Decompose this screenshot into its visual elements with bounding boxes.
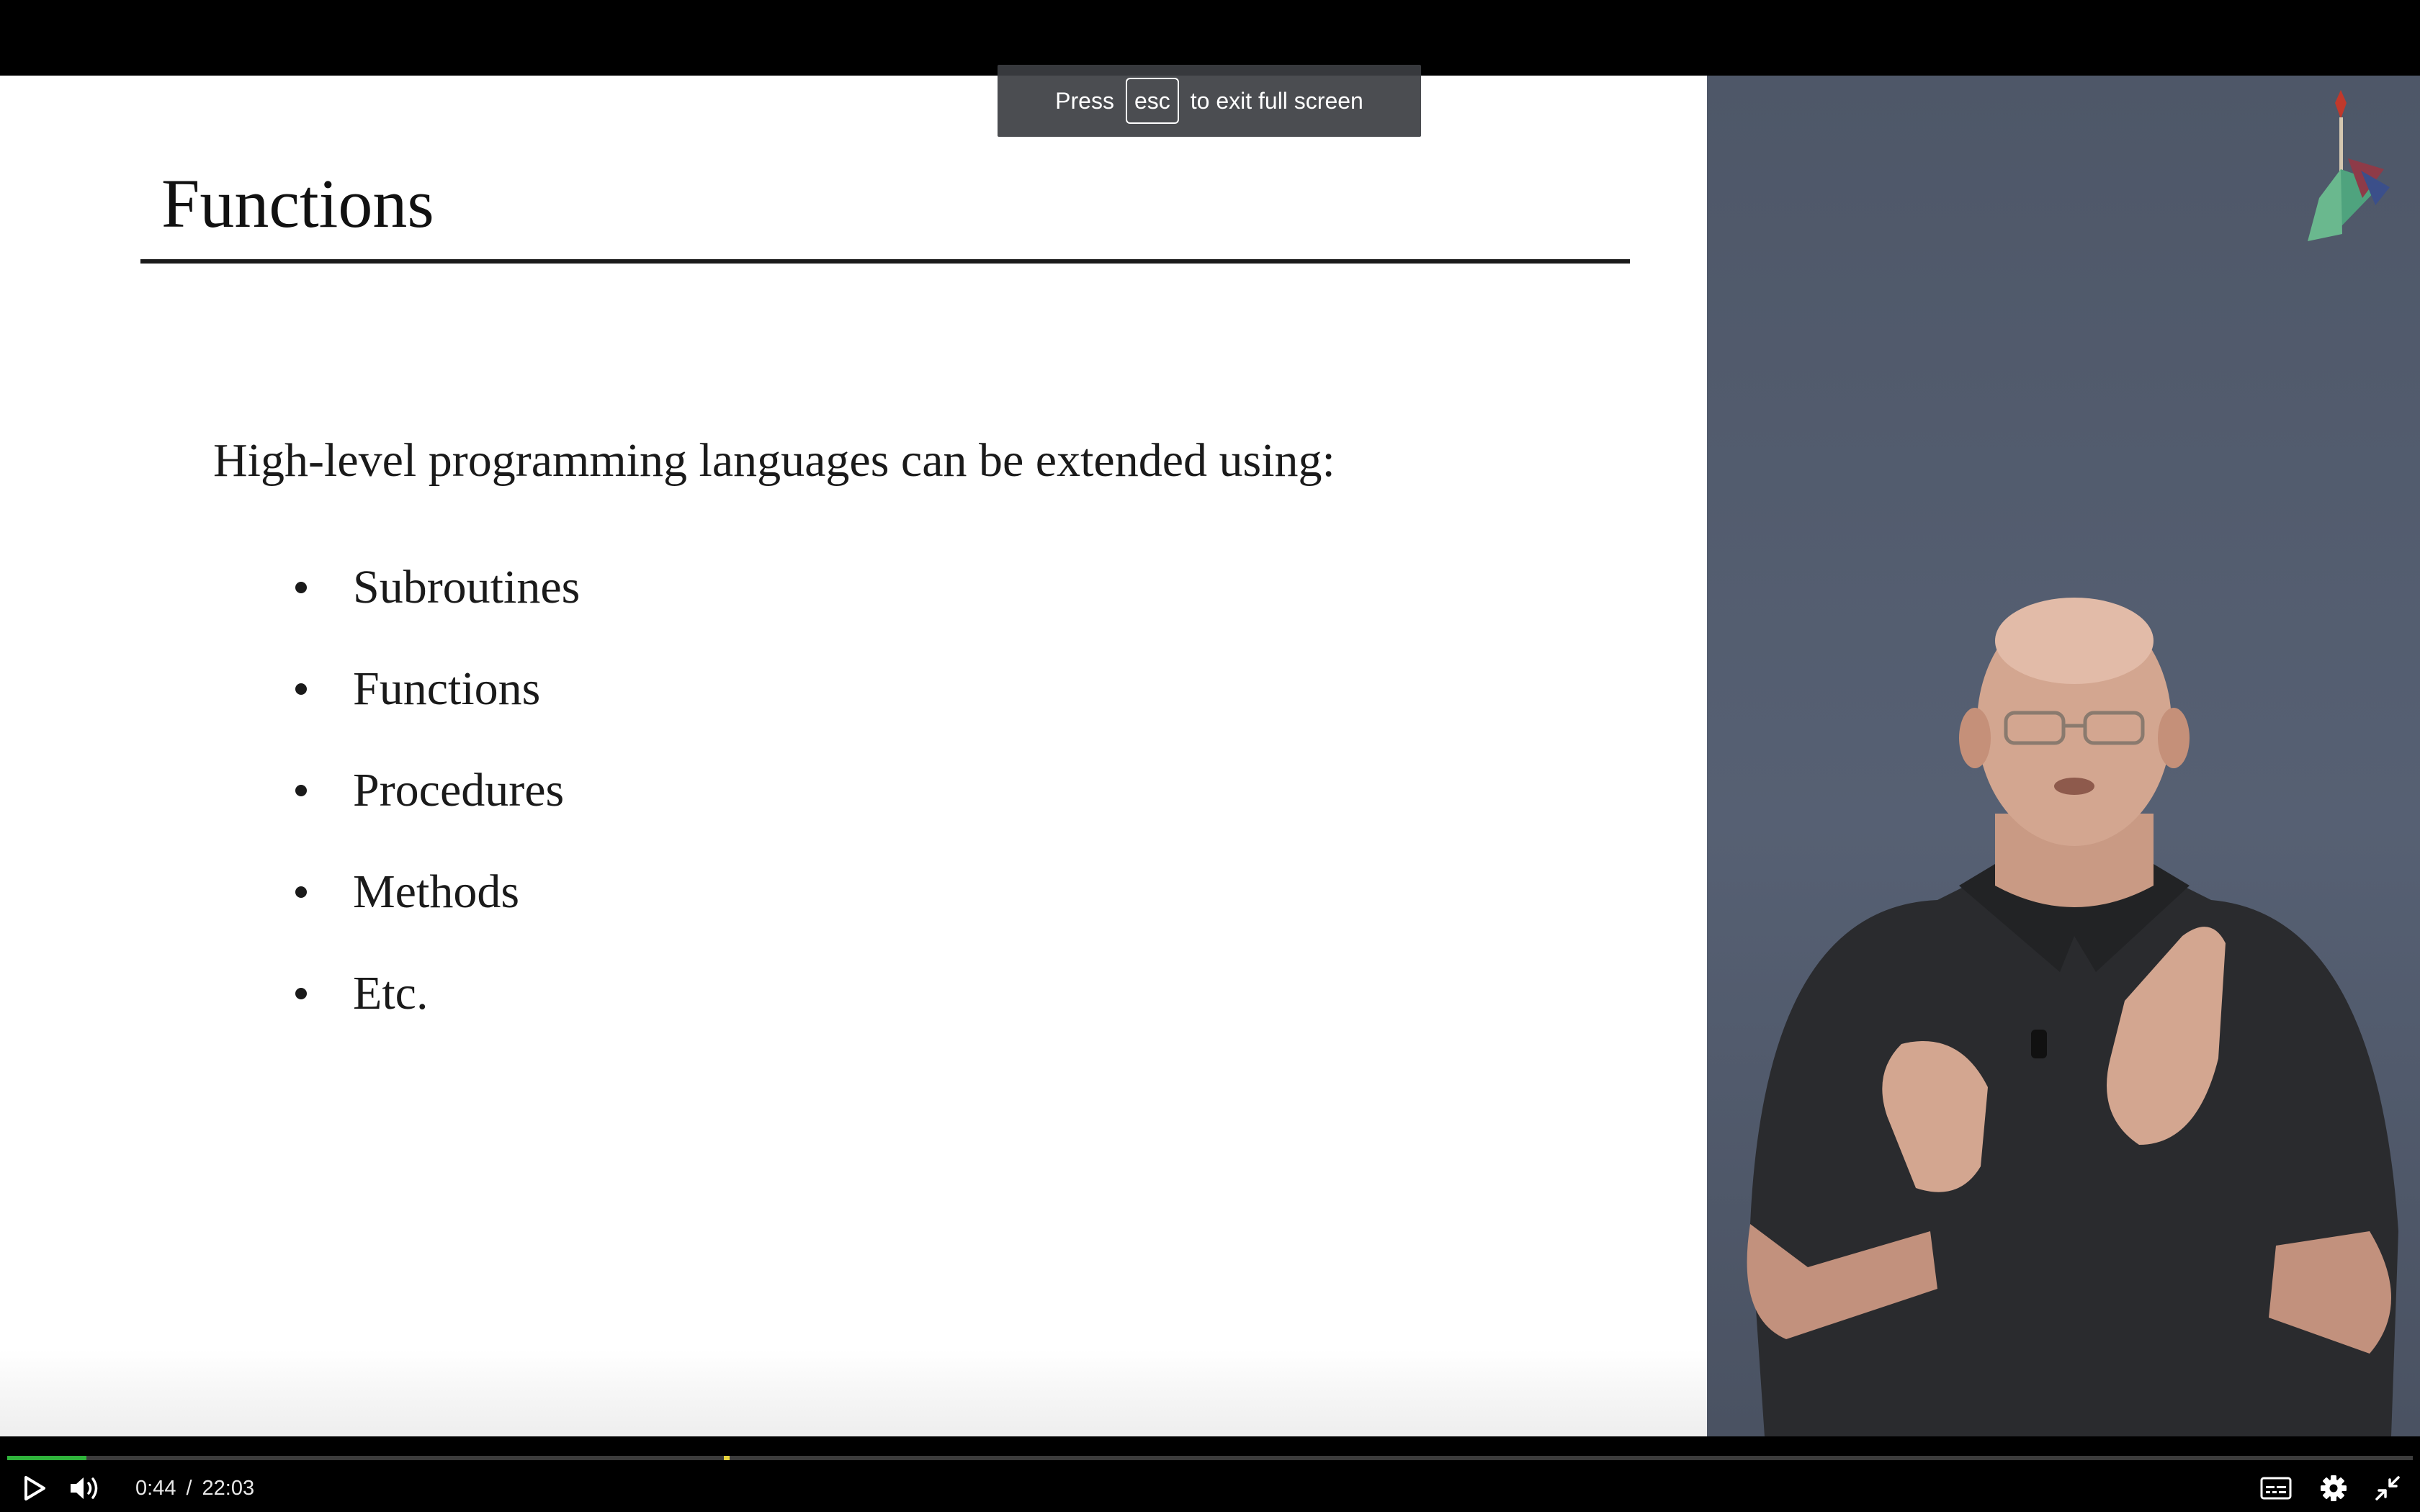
bullet-dot <box>295 886 307 898</box>
time-display: 0:44 / 22:03 <box>135 1474 254 1503</box>
settings-button[interactable] <box>2312 1470 2355 1506</box>
presenter-figure <box>1747 598 2398 1436</box>
exit-fullscreen-icon <box>2375 1476 2400 1500</box>
bullet-dot <box>295 683 307 695</box>
toast-suffix: to exit full screen <box>1190 87 1363 114</box>
bullet-dot <box>295 581 307 593</box>
title-underline <box>140 259 1630 264</box>
volume-icon <box>71 1477 98 1499</box>
slide-title: Functions <box>161 165 434 242</box>
slide-intro-text: High-level programming languages can be … <box>213 434 1335 487</box>
player-controls: 0:44 / 22:03 <box>0 1436 2420 1512</box>
gear-icon <box>2321 1475 2347 1501</box>
slide-bottom-fade <box>0 1350 1707 1436</box>
bullet-dot <box>295 987 307 999</box>
volume-button[interactable] <box>63 1470 107 1506</box>
bullet-text: Procedures <box>353 763 565 816</box>
bullet-text: Functions <box>353 662 541 715</box>
time-separator: / <box>186 1477 192 1500</box>
video-frame[interactable]: Functions High-level programming languag… <box>0 76 2420 1436</box>
captions-button[interactable] <box>2254 1470 2298 1506</box>
bullet-list: Subroutines Functions Procedures Methods… <box>295 536 580 1044</box>
chapter-marker <box>724 1456 730 1460</box>
bullet-item: Etc. <box>295 942 580 1044</box>
play-button[interactable] <box>13 1470 56 1506</box>
esc-key-badge: esc <box>1125 78 1179 124</box>
bullet-text: Methods <box>353 865 519 918</box>
course-logo <box>2308 90 2390 241</box>
bullet-item: Subroutines <box>295 536 580 638</box>
bullet-item: Functions <box>295 638 580 739</box>
captions-icon <box>2260 1477 2292 1500</box>
play-icon <box>24 1476 45 1500</box>
bullet-text: Subroutines <box>353 560 581 613</box>
current-time: 0:44 <box>135 1477 176 1500</box>
exit-fullscreen-button[interactable] <box>2366 1470 2409 1506</box>
toast-prefix: Press <box>1055 87 1114 114</box>
bullet-item: Procedures <box>295 739 580 841</box>
lecture-slide: Functions High-level programming languag… <box>0 76 1707 1436</box>
fullscreen-exit-toast: Press esc to exit full screen <box>998 65 1421 137</box>
progress-bar[interactable] <box>7 1456 2413 1460</box>
bullet-dot <box>295 784 307 796</box>
duration: 22:03 <box>202 1477 255 1500</box>
bullet-text: Etc. <box>353 966 429 1020</box>
bullet-item: Methods <box>295 841 580 942</box>
progress-played <box>7 1456 87 1460</box>
fullscreen-video-player: Functions High-level programming languag… <box>0 0 2420 1512</box>
